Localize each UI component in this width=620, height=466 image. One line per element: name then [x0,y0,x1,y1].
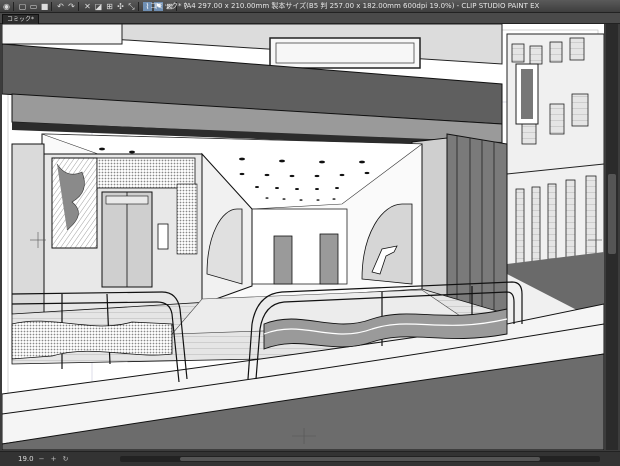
window-title: コミック* (A4 297.00 x 210.00mm 製本サイズ(B5 判 2… [150,2,540,10]
toolbar-separator [78,1,79,11]
elevator-panel [157,223,169,250]
manga-illustration [2,24,604,450]
zoom-out-icon[interactable]: − [38,455,46,463]
vertical-scroll-thumb[interactable] [608,174,616,254]
horizontal-scroll-thumb[interactable] [180,457,540,461]
signboard [269,37,421,69]
zoom-in-icon[interactable]: + [50,455,58,463]
fill-icon[interactable]: ◪ [94,2,103,11]
tab-comic[interactable]: コミック* [2,14,40,24]
horizontal-scrollbar[interactable] [120,456,600,462]
drawing-canvas[interactable] [2,24,604,450]
status-bar: 19.0 − + ↻ [0,451,620,466]
rotate-icon[interactable]: ↻ [62,455,70,463]
vertical-scrollbar[interactable] [606,24,618,450]
select-all-icon[interactable]: ⊞ [105,2,114,11]
clear-icon[interactable]: ✕ [83,2,92,11]
redo-icon[interactable]: ↷ [67,2,76,11]
toolbar-separator [13,1,14,11]
view-icon[interactable]: ◉ [2,2,11,11]
zoom-level[interactable]: 19.0 [18,455,34,463]
transform-icon[interactable]: ✣ [116,2,125,11]
toolbar-separator [51,1,52,11]
save-icon[interactable]: ■ [40,2,49,11]
scale-icon[interactable]: ⤡ [127,2,136,11]
toolbar-separator [138,1,139,11]
tab-bar: コミック* [0,13,620,24]
new-file-icon[interactable]: ▢ [18,2,27,11]
undo-icon[interactable]: ↶ [56,2,65,11]
open-file-icon[interactable]: ▭ [29,2,38,11]
